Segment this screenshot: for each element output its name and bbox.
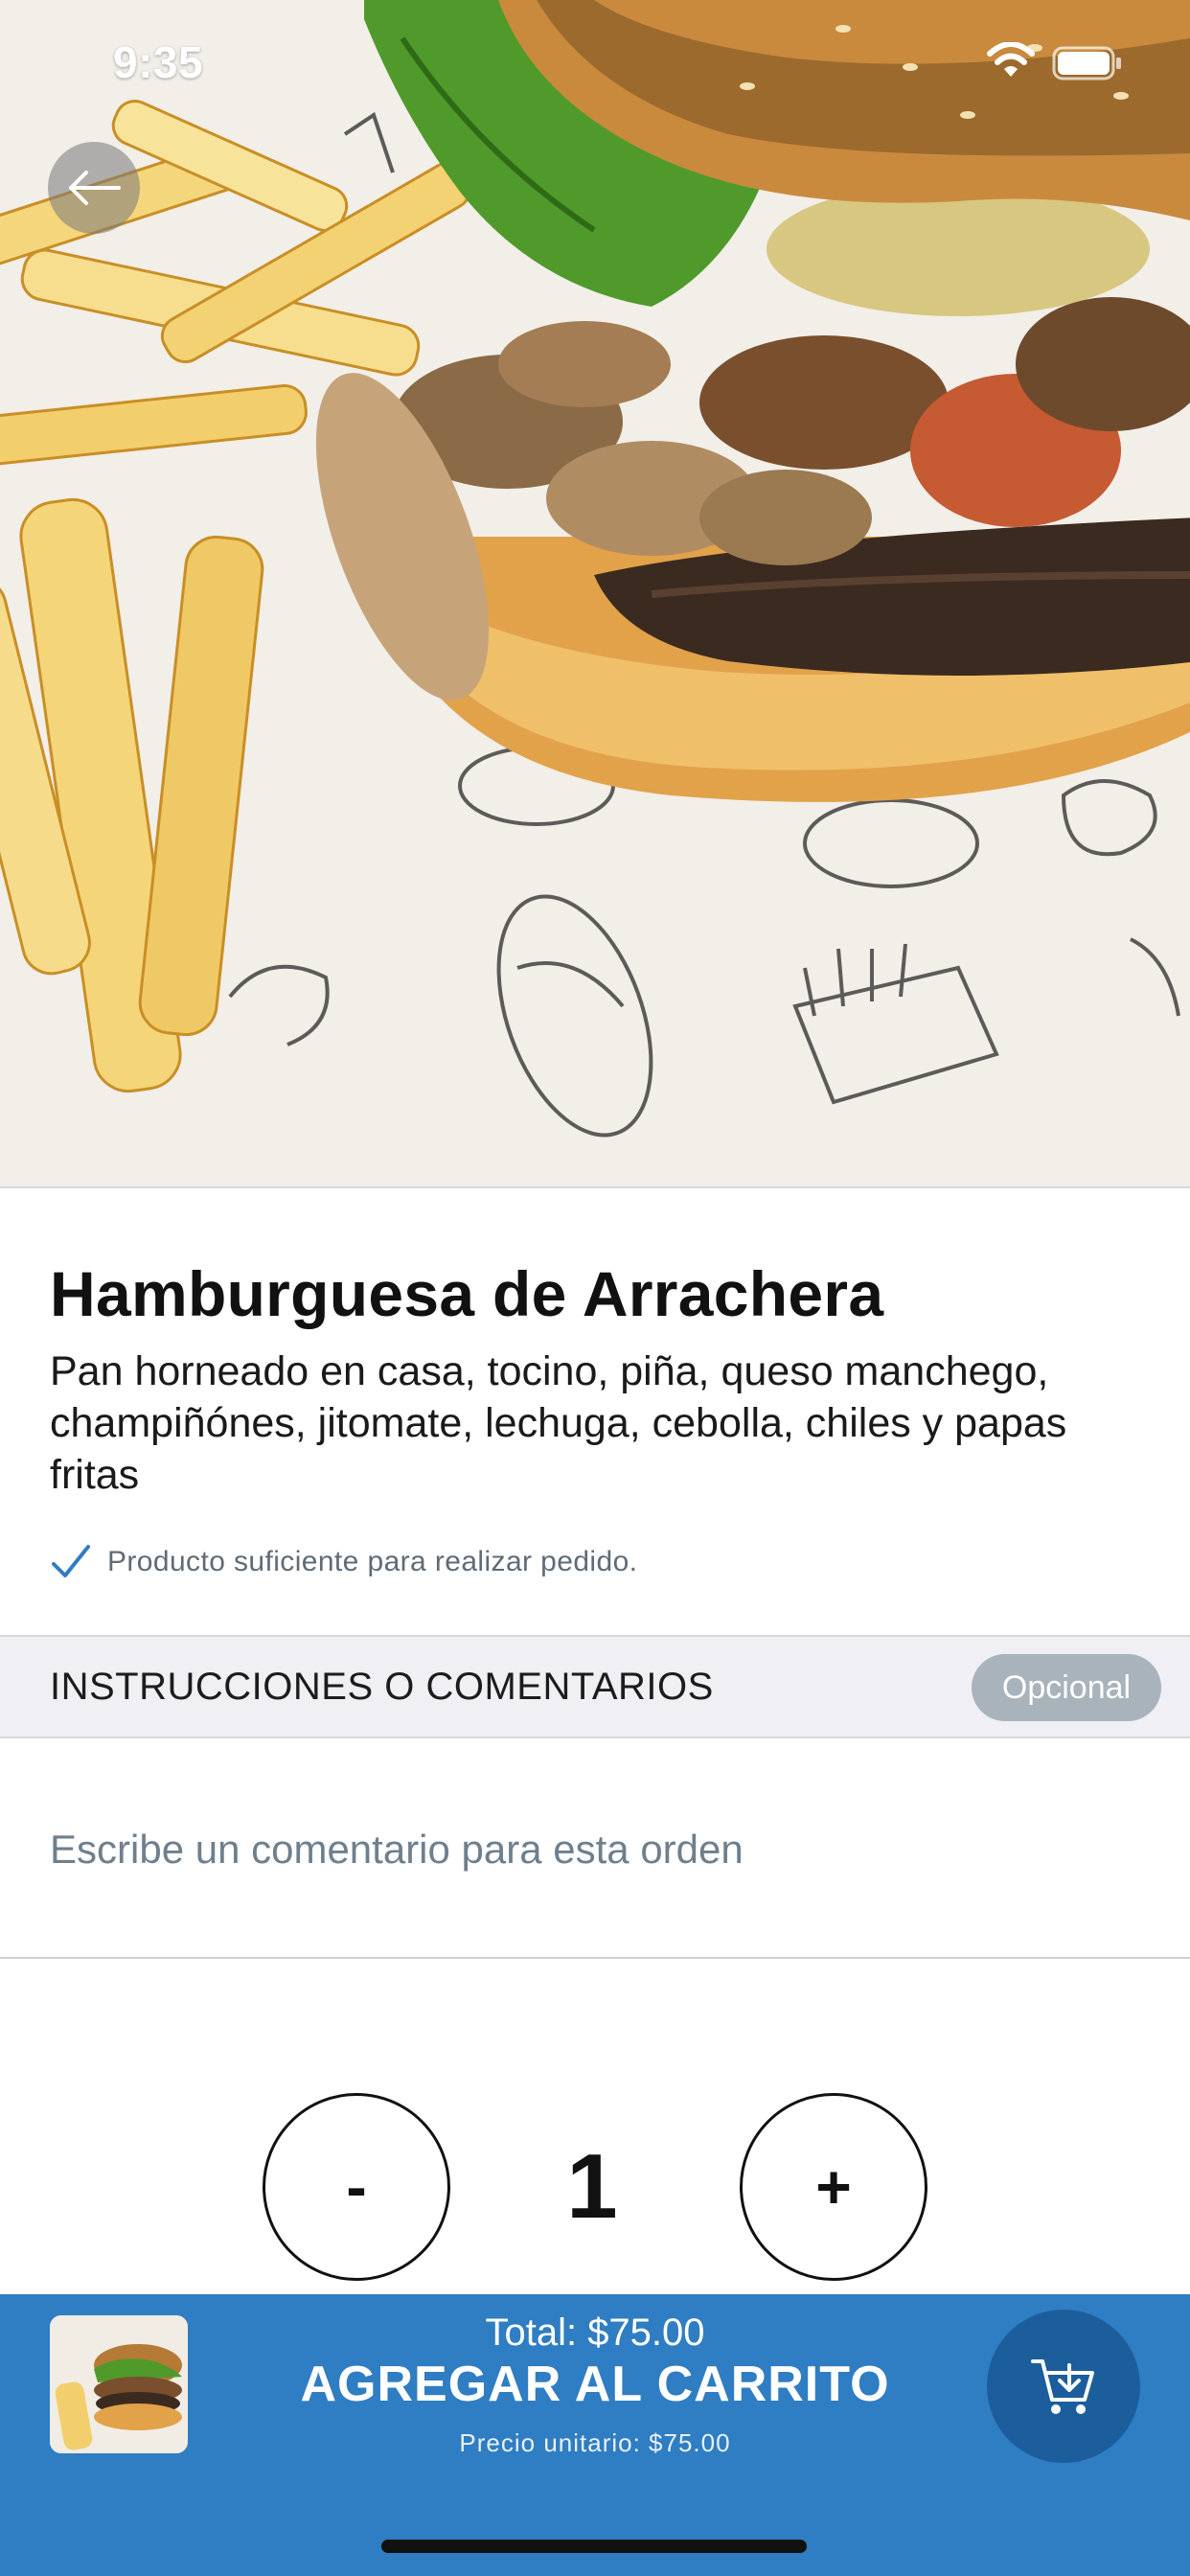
product-title: Hamburguesa de Arrachera bbox=[50, 1258, 884, 1329]
comments-section-header: INSTRUCCIONES O COMENTARIOS Opcional bbox=[0, 1635, 1190, 1738]
quantity-decrease-button[interactable]: - bbox=[263, 2093, 450, 2281]
arrow-left-icon bbox=[69, 171, 121, 205]
comment-divider bbox=[0, 1957, 1190, 1959]
product-hero-image bbox=[0, 0, 1190, 1186]
back-button[interactable] bbox=[48, 142, 140, 234]
wifi-icon bbox=[987, 42, 1035, 77]
comment-input[interactable] bbox=[50, 1811, 1142, 1888]
quantity-value: 1 bbox=[566, 2135, 618, 2238]
cart-add-icon bbox=[1031, 2359, 1094, 2414]
checkmark-icon bbox=[52, 1545, 90, 1577]
home-indicator bbox=[381, 2540, 807, 2553]
add-to-cart-button[interactable] bbox=[987, 2310, 1140, 2463]
quantity-increase-button[interactable]: + bbox=[740, 2093, 927, 2281]
hero-divider bbox=[0, 1186, 1190, 1188]
comments-section-title: INSTRUCCIONES O COMENTARIOS bbox=[50, 1666, 714, 1708]
battery-icon bbox=[1052, 46, 1121, 80]
product-description: Pan horneado en casa, tocino, piña, ques… bbox=[50, 1348, 1067, 1498]
availability-notice: Producto suficiente para realizar pedido… bbox=[50, 1541, 637, 1583]
add-to-cart-bar[interactable]: Total: $75.00 AGREGAR AL CARRITO Precio … bbox=[0, 2294, 1190, 2576]
status-time: 9:35 bbox=[113, 37, 204, 87]
availability-text: Producto suficiente para realizar pedido… bbox=[107, 1546, 638, 1577]
optional-badge: Opcional bbox=[972, 1654, 1161, 1721]
